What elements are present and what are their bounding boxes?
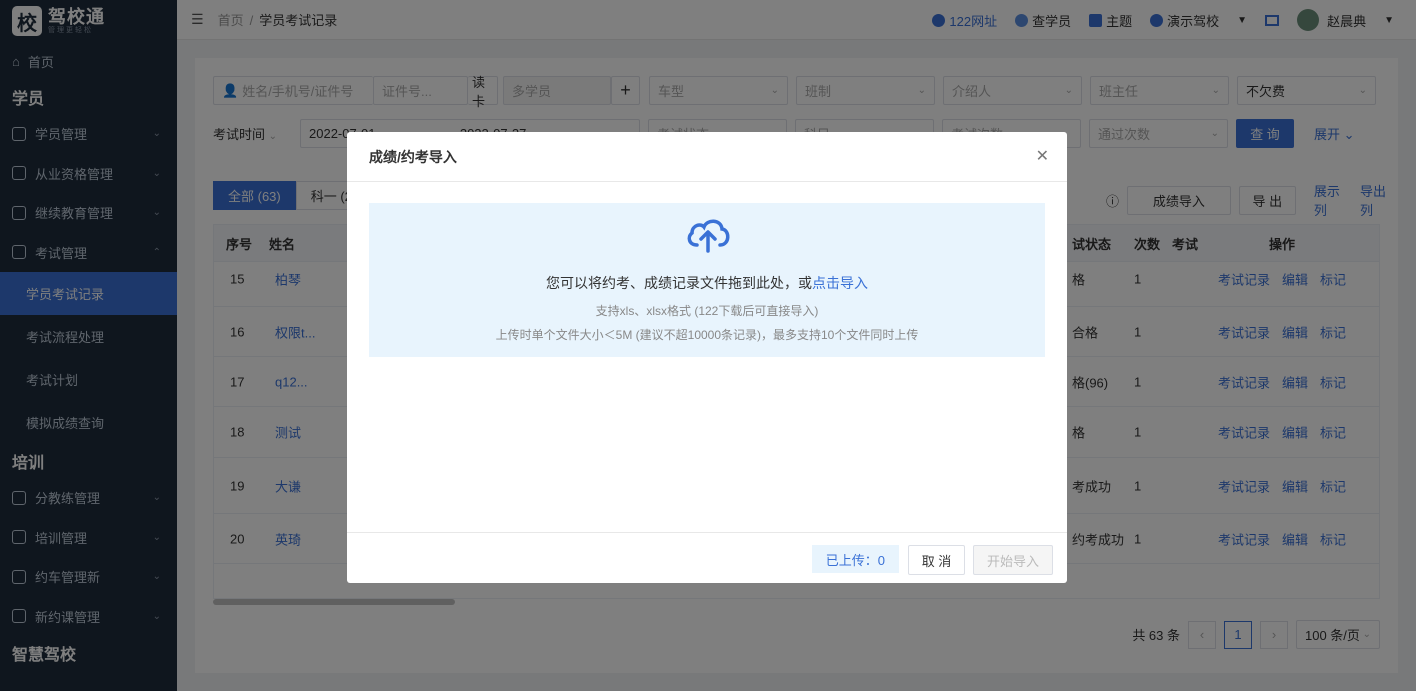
import-dialog: 成绩/约考导入 ✕ 您可以将约考、成绩记录文件拖到此处，或点击导入 支持xls、… (347, 132, 1067, 583)
dialog-title: 成绩/约考导入 (347, 132, 1067, 182)
start-import-button[interactable]: 开始导入 (973, 545, 1053, 575)
upload-dropzone[interactable]: 您可以将约考、成绩记录文件拖到此处，或点击导入 支持xls、xlsx格式 (12… (369, 203, 1045, 357)
cancel-button[interactable]: 取 消 (908, 545, 965, 575)
click-import-link[interactable]: 点击导入 (812, 275, 868, 291)
app-root: 校 驾校通 管理更轻松 ⌂ 首页 学员 学员管理⌄ 从业资格管理⌄ 继续教育管理… (0, 0, 1416, 691)
uploaded-count: 已上传：0 (811, 545, 899, 573)
dialog-footer: 已上传：0 取 消 开始导入 (347, 532, 1067, 583)
cloud-upload-icon (687, 219, 730, 253)
close-icon[interactable]: ✕ (1036, 146, 1049, 166)
size-hint: 上传时单个文件大小＜5M (建议不超10000条记录)，最多支持10个文件同时上… (495, 328, 919, 342)
dropzone-text: 您可以将约考、成绩记录文件拖到此处，或点击导入 (546, 275, 868, 291)
format-hint: 支持xls、xlsx格式 (122下载后可直接导入) (595, 304, 819, 318)
